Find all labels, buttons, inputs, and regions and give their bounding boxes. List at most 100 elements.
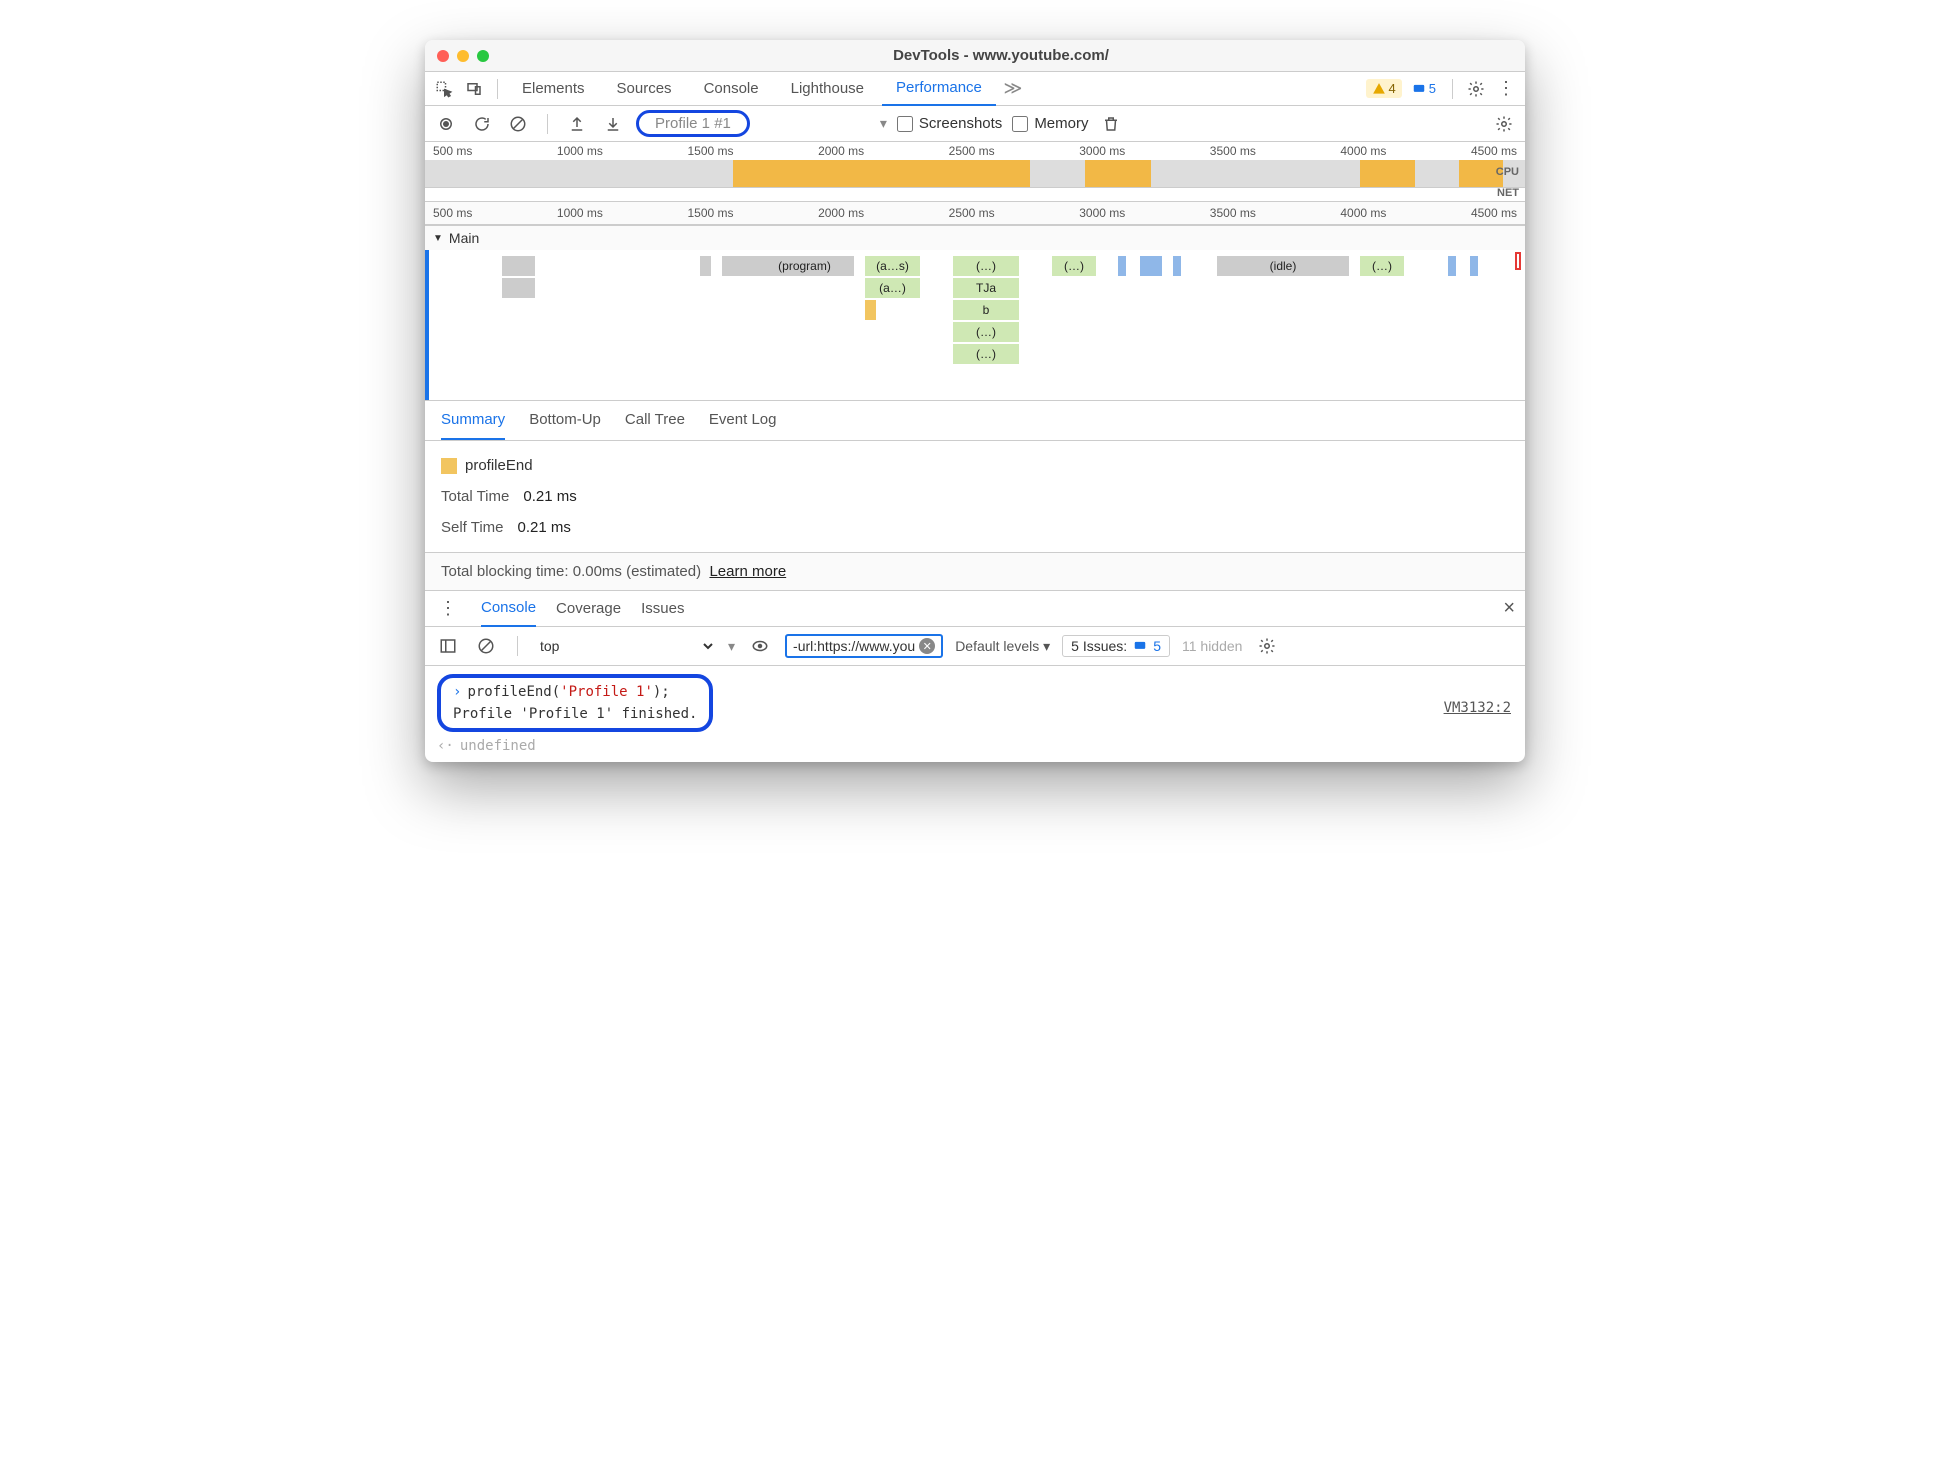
upload-icon[interactable] xyxy=(564,111,590,137)
net-label: NET xyxy=(1497,187,1519,199)
separator xyxy=(547,114,548,134)
collapse-icon[interactable]: ▼ xyxy=(433,233,443,244)
drawer-kebab-icon[interactable]: ⋮ xyxy=(435,596,461,622)
seg-program[interactable]: (program) xyxy=(755,256,854,276)
devtools-window: DevTools - www.youtube.com/ Elements Sou… xyxy=(425,40,1525,762)
clear-icon[interactable] xyxy=(505,111,531,137)
tab-console[interactable]: Console xyxy=(690,72,773,106)
console-output[interactable]: ›profileEnd('Profile 1'); Profile 'Profi… xyxy=(425,666,1525,762)
long-task-marker xyxy=(1515,252,1521,270)
seg-dots5[interactable]: (…) xyxy=(1360,256,1404,276)
inspect-icon[interactable] xyxy=(431,76,457,102)
trash-icon[interactable] xyxy=(1098,111,1124,137)
drawer-tab-issues[interactable]: Issues xyxy=(641,591,684,627)
self-time-value: 0.21 ms xyxy=(518,519,571,536)
console-settings-gear-icon[interactable] xyxy=(1254,633,1280,659)
seg-b[interactable]: b xyxy=(953,300,1019,320)
download-icon[interactable] xyxy=(600,111,626,137)
cpu-label: CPU xyxy=(1496,166,1519,178)
subtab-summary[interactable]: Summary xyxy=(441,401,505,440)
seg-dots4[interactable]: (…) xyxy=(1052,256,1096,276)
details-tab-strip: Summary Bottom-Up Call Tree Event Log xyxy=(425,401,1525,441)
device-toggle-icon[interactable] xyxy=(461,76,487,102)
messages-count: 5 xyxy=(1429,81,1436,96)
main-track-label: Main xyxy=(449,230,479,246)
blocking-text: Total blocking time: 0.00ms (estimated) xyxy=(441,563,701,580)
detail-ruler: 500 ms1000 ms1500 ms2000 ms2500 ms3000 m… xyxy=(425,202,1525,225)
minimize-icon[interactable] xyxy=(457,50,469,62)
log-levels-dropdown[interactable]: Default levels ▾ xyxy=(955,638,1050,655)
drawer-tab-coverage[interactable]: Coverage xyxy=(556,591,621,627)
cpu-overview-strip[interactable]: CPU NET xyxy=(425,160,1525,202)
summary-panel: profileEnd Total Time0.21 ms Self Time0.… xyxy=(425,441,1525,552)
tab-performance[interactable]: Performance xyxy=(882,72,996,106)
memory-label: Memory xyxy=(1034,115,1088,132)
kebab-menu-icon[interactable]: ⋮ xyxy=(1493,76,1519,102)
profile-selector[interactable]: Profile 1 #1 xyxy=(636,110,750,137)
window-title: DevTools - www.youtube.com/ xyxy=(489,47,1513,64)
seg-idle[interactable]: (idle) xyxy=(1217,256,1349,276)
subtab-bottomup[interactable]: Bottom-Up xyxy=(529,401,601,440)
subtab-eventlog[interactable]: Event Log xyxy=(709,401,777,440)
tab-sources[interactable]: Sources xyxy=(603,72,686,106)
seg-dots3[interactable]: (…) xyxy=(953,344,1019,364)
context-selector[interactable]: top xyxy=(536,637,716,655)
profile-dropdown-icon[interactable]: ▾ xyxy=(880,115,887,132)
drawer-tab-console[interactable]: Console xyxy=(481,591,536,627)
main-tab-strip: Elements Sources Console Lighthouse Perf… xyxy=(425,72,1525,106)
prompt-icon: › xyxy=(453,684,461,700)
seg-dots1[interactable]: (…) xyxy=(953,256,1019,276)
scripting-swatch-icon xyxy=(441,458,457,474)
drawer-close-icon[interactable]: × xyxy=(1503,597,1515,620)
tab-lighthouse[interactable]: Lighthouse xyxy=(777,72,878,106)
self-time-row: Self Time0.21 ms xyxy=(441,519,1509,536)
close-icon[interactable] xyxy=(437,50,449,62)
overflow-tabs-icon[interactable]: ≫ xyxy=(1000,76,1026,102)
total-time-row: Total Time0.21 ms xyxy=(441,488,1509,505)
console-return-line: ‹·undefined xyxy=(437,738,1513,754)
tab-elements[interactable]: Elements xyxy=(508,72,599,106)
overview-ruler: 500 ms1000 ms1500 ms2000 ms2500 ms3000 m… xyxy=(425,142,1525,160)
console-output-line: Profile 'Profile 1' finished. xyxy=(453,706,697,722)
timeline-overview[interactable]: 500 ms1000 ms1500 ms2000 ms2500 ms3000 m… xyxy=(425,142,1525,226)
seg-tja[interactable]: TJa xyxy=(953,278,1019,298)
learn-more-link[interactable]: Learn more xyxy=(709,563,786,580)
perf-settings-gear-icon[interactable] xyxy=(1491,111,1517,137)
live-expression-icon[interactable] xyxy=(747,633,773,659)
issues-chip[interactable]: 5 Issues:5 xyxy=(1062,635,1170,657)
seg-as[interactable]: (a…s) xyxy=(865,256,920,276)
hidden-count[interactable]: 11 hidden xyxy=(1182,638,1242,654)
main-track-header[interactable]: ▼ Main xyxy=(425,226,1525,250)
messages-badge[interactable]: 5 xyxy=(1406,79,1442,98)
range-start-marker xyxy=(425,250,429,400)
window-controls xyxy=(437,50,489,62)
memory-checkbox[interactable]: Memory xyxy=(1012,115,1088,132)
console-sidebar-toggle-icon[interactable] xyxy=(435,633,461,659)
highlighted-block: ›profileEnd('Profile 1'); Profile 'Profi… xyxy=(437,674,713,732)
settings-gear-icon[interactable] xyxy=(1463,76,1489,102)
console-toolbar: top ▾ -url:https://www.you✕ Default leve… xyxy=(425,627,1525,666)
perf-toolbar: Profile 1 #1 ▾ Screenshots Memory xyxy=(425,106,1525,142)
summary-name: profileEnd xyxy=(465,457,533,474)
console-filter-input[interactable]: -url:https://www.you✕ xyxy=(785,634,943,658)
seg-a[interactable]: (a…) xyxy=(865,278,920,298)
screenshots-checkbox[interactable]: Screenshots xyxy=(897,115,1002,132)
flame-body[interactable]: (program) (a…s) (a…) (…) TJa b (…) (…) (… xyxy=(425,250,1525,400)
subtab-calltree[interactable]: Call Tree xyxy=(625,401,685,440)
separator xyxy=(1452,79,1453,99)
separator xyxy=(517,636,518,656)
total-time-value: 0.21 ms xyxy=(523,488,576,505)
flame-chart[interactable]: ▼ Main (program) (a…s) (a…) (…) TJa b (…)… xyxy=(425,226,1525,401)
titlebar: DevTools - www.youtube.com/ xyxy=(425,40,1525,72)
console-clear-icon[interactable] xyxy=(473,633,499,659)
filter-text: -url:https://www.you xyxy=(793,638,915,654)
seg-dots2[interactable]: (…) xyxy=(953,322,1019,342)
source-link[interactable]: VM3132:2 xyxy=(1444,700,1511,716)
record-icon[interactable] xyxy=(433,111,459,137)
reload-icon[interactable] xyxy=(469,111,495,137)
blocking-bar: Total blocking time: 0.00ms (estimated) … xyxy=(425,552,1525,591)
clear-filter-icon[interactable]: ✕ xyxy=(919,638,935,654)
maximize-icon[interactable] xyxy=(477,50,489,62)
screenshots-label: Screenshots xyxy=(919,115,1002,132)
warnings-badge[interactable]: 4 xyxy=(1366,79,1402,98)
